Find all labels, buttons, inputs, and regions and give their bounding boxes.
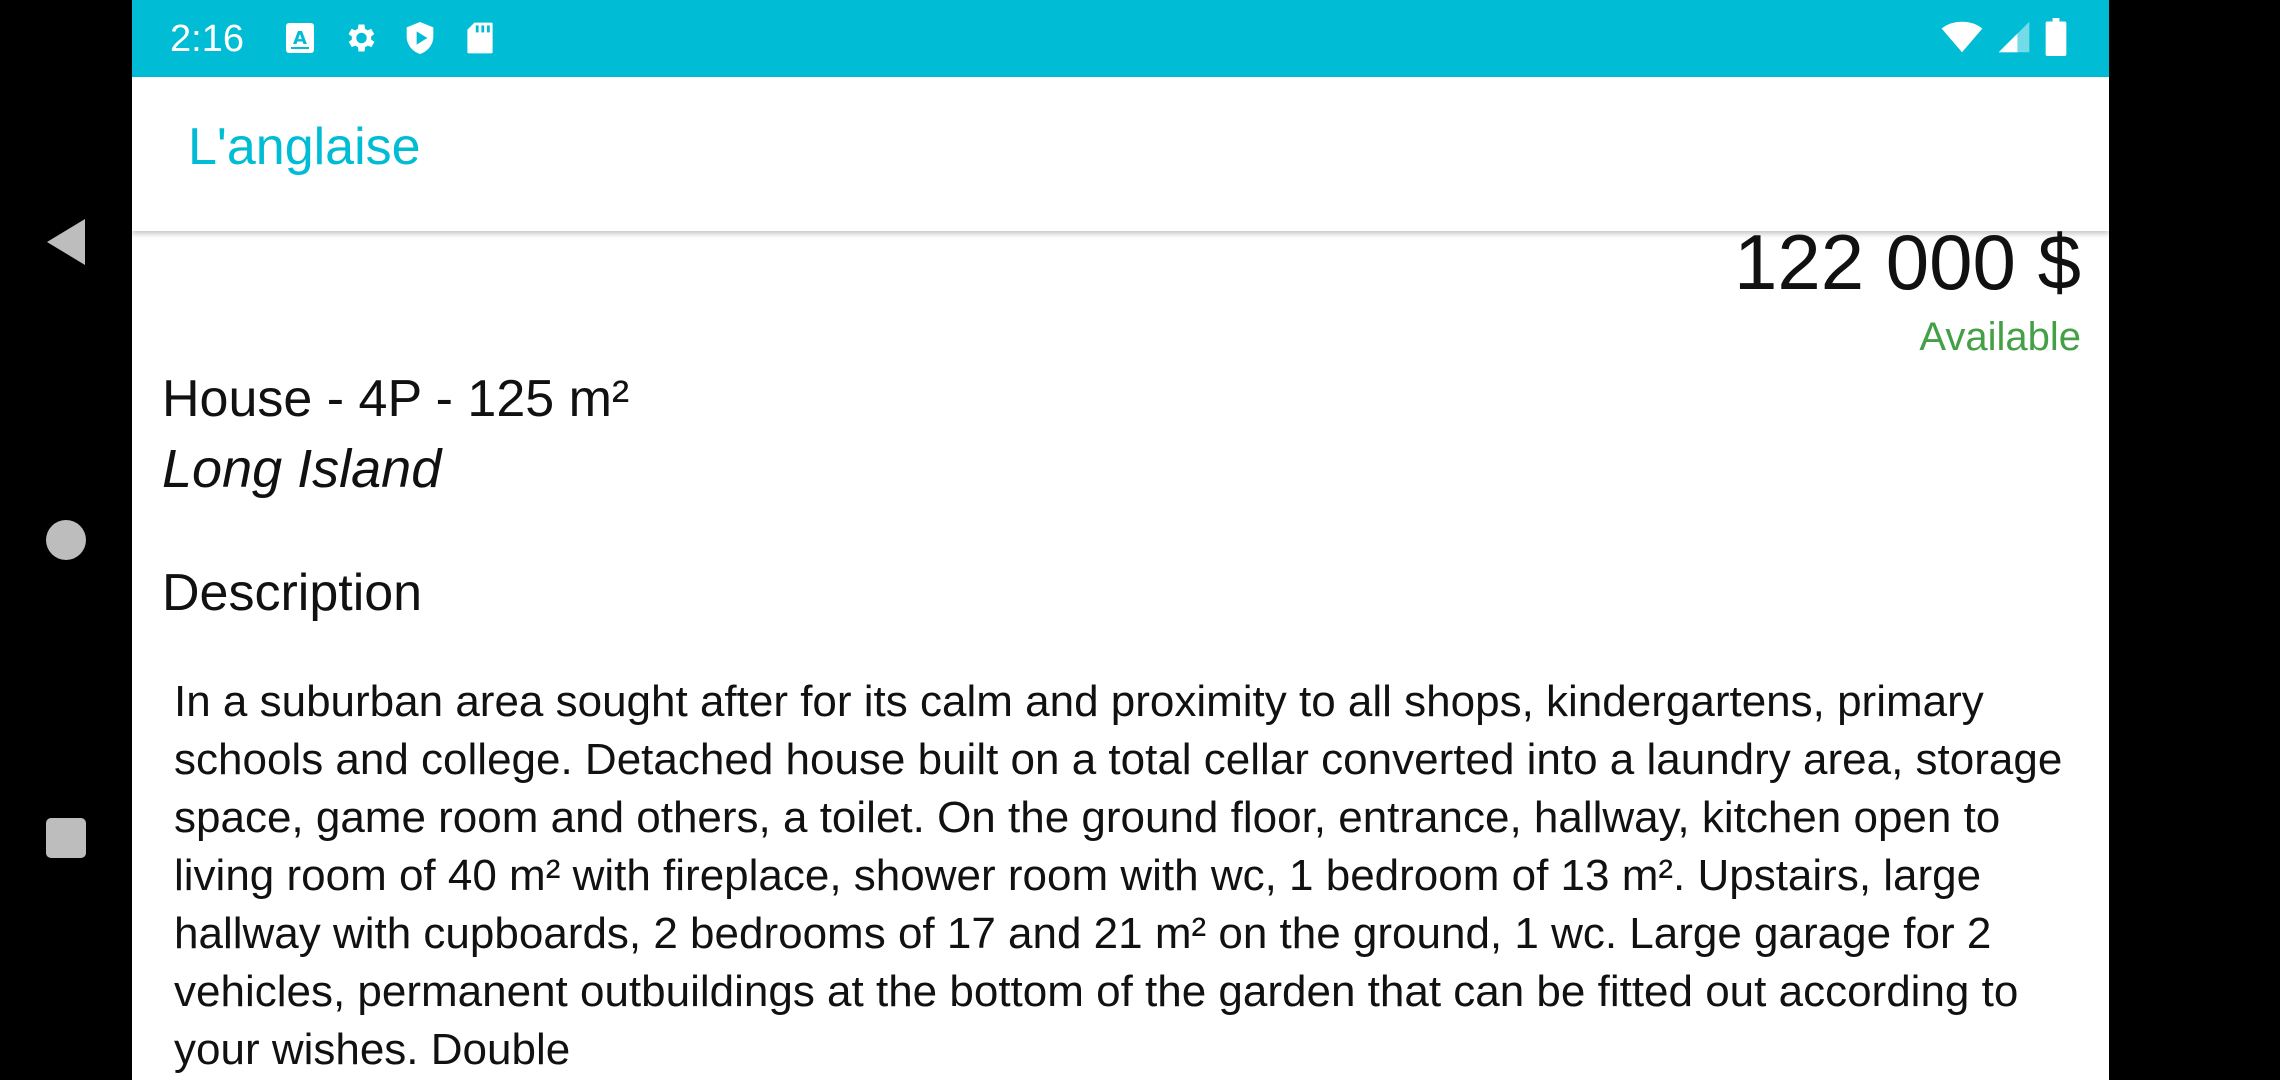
app-bar: L'anglaise	[132, 77, 2109, 231]
back-icon	[47, 219, 85, 265]
availability-status: Available	[1919, 315, 2081, 359]
status-system-icons	[1941, 18, 2067, 56]
property-location: Long Island	[162, 439, 442, 499]
status-notification-icons: A	[280, 18, 500, 58]
gear-icon	[340, 18, 380, 58]
status-bar: 2:16 A	[132, 0, 2109, 77]
back-button[interactable]	[0, 212, 132, 272]
battery-icon	[2045, 18, 2067, 56]
home-button[interactable]	[0, 510, 132, 570]
device-frame: 2:16 A L'anglaise 122 000 $ Available Ho…	[0, 0, 2280, 1080]
app-screen: 2:16 A L'anglaise 122 000 $ Available Ho…	[132, 0, 2109, 1080]
listing-detail[interactable]: 122 000 $ Available House - 4P - 125 m² …	[132, 218, 2109, 1080]
recents-button[interactable]	[0, 808, 132, 868]
description-heading: Description	[162, 564, 423, 622]
wifi-icon	[1941, 20, 1983, 54]
system-navigation-bar	[0, 0, 132, 1080]
cellular-signal-icon	[1997, 20, 2031, 54]
shield-play-icon	[400, 18, 440, 58]
sd-card-icon	[460, 18, 500, 58]
home-icon	[46, 520, 86, 560]
recents-icon	[46, 818, 86, 858]
description-text: In a suburban area sought after for its …	[174, 677, 2063, 1074]
svg-text:A: A	[293, 28, 307, 49]
keyboard-a-icon: A	[280, 18, 320, 58]
app-bar-title: L'anglaise	[188, 118, 421, 176]
status-time: 2:16	[170, 18, 244, 60]
property-title: House - 4P - 125 m²	[162, 370, 630, 428]
